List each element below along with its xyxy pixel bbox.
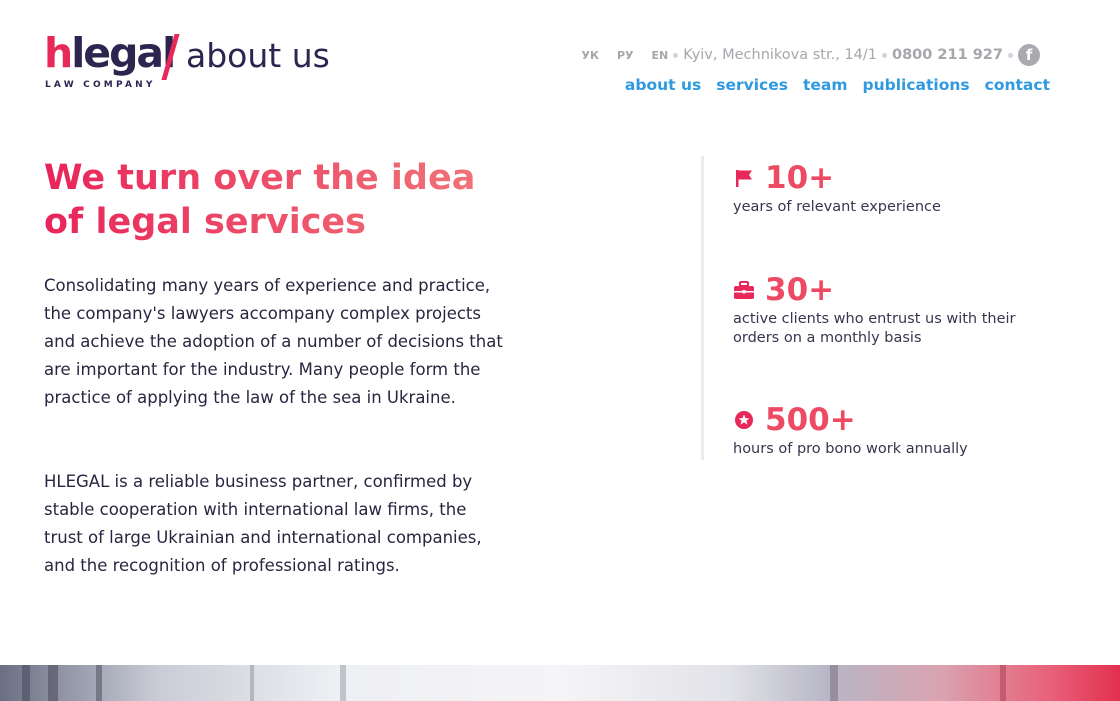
photo-column xyxy=(250,665,254,701)
stat-value: 500+ xyxy=(765,402,856,438)
photo-column xyxy=(830,665,838,701)
photo-column xyxy=(340,665,346,701)
address-text: Kyiv, Mechnikova str., 14/1 xyxy=(683,47,877,63)
flag-icon xyxy=(733,167,755,189)
nav-contact[interactable]: contact xyxy=(985,76,1050,94)
facebook-icon[interactable]: f xyxy=(1018,44,1040,66)
building-photo-strip xyxy=(0,665,1120,701)
logo-h: h xyxy=(44,29,73,77)
logo-subtitle: LAW COMPANY xyxy=(45,80,156,90)
lang-en[interactable]: EN xyxy=(652,49,669,62)
logo-legal: legal xyxy=(71,29,176,77)
lang-uk[interactable]: УК xyxy=(581,49,598,62)
company-logo[interactable]: hlegal about us LAW COMPANY xyxy=(44,28,344,98)
separator-dot xyxy=(673,52,679,58)
nav-services[interactable]: services xyxy=(716,76,788,94)
nav-publications[interactable]: publications xyxy=(863,76,970,94)
stat-value: 10+ xyxy=(765,160,835,196)
stat-label: years of relevant experience xyxy=(733,199,941,215)
stat-pro-bono: 500+ hours of pro bono work annually xyxy=(733,400,1063,459)
stat-value: 30+ xyxy=(765,272,835,308)
top-contact-bar: УК РУ EN Kyiv, Mechnikova str., 14/1 080… xyxy=(581,43,1040,67)
main-nav: about us services team publications cont… xyxy=(610,76,1050,94)
intro-paragraph: Consolidating many years of experience a… xyxy=(44,276,503,407)
nav-team[interactable]: team xyxy=(803,76,848,94)
photo-column xyxy=(1000,665,1006,701)
separator-dot xyxy=(1008,52,1013,58)
phone-link[interactable]: 0800 211 927 xyxy=(892,47,1003,63)
briefcase-icon xyxy=(733,279,755,301)
stat-clients: 30+ active clients who entrust us with t… xyxy=(733,270,1063,348)
photo-column xyxy=(48,665,58,701)
stat-label: active clients who entrust us with their… xyxy=(733,311,1016,346)
partner-paragraph: HLEGAL is a reliable business partner, c… xyxy=(44,472,482,575)
photo-column xyxy=(22,665,30,701)
vertical-divider xyxy=(701,156,704,460)
stat-label: hours of pro bono work annually xyxy=(733,441,968,457)
nav-about-us[interactable]: about us xyxy=(625,76,701,94)
hero-headline: We turn over the idea of legal services xyxy=(44,156,524,244)
facebook-glyph: f xyxy=(1025,46,1033,64)
separator-dot xyxy=(882,52,887,58)
stat-experience: 10+ years of relevant experience xyxy=(733,158,1063,217)
photo-column xyxy=(96,665,102,701)
page-title: about us xyxy=(186,36,330,75)
lang-ru[interactable]: РУ xyxy=(617,49,634,62)
logo-wordmark: hlegal xyxy=(44,28,176,87)
star-badge-icon xyxy=(733,409,755,431)
